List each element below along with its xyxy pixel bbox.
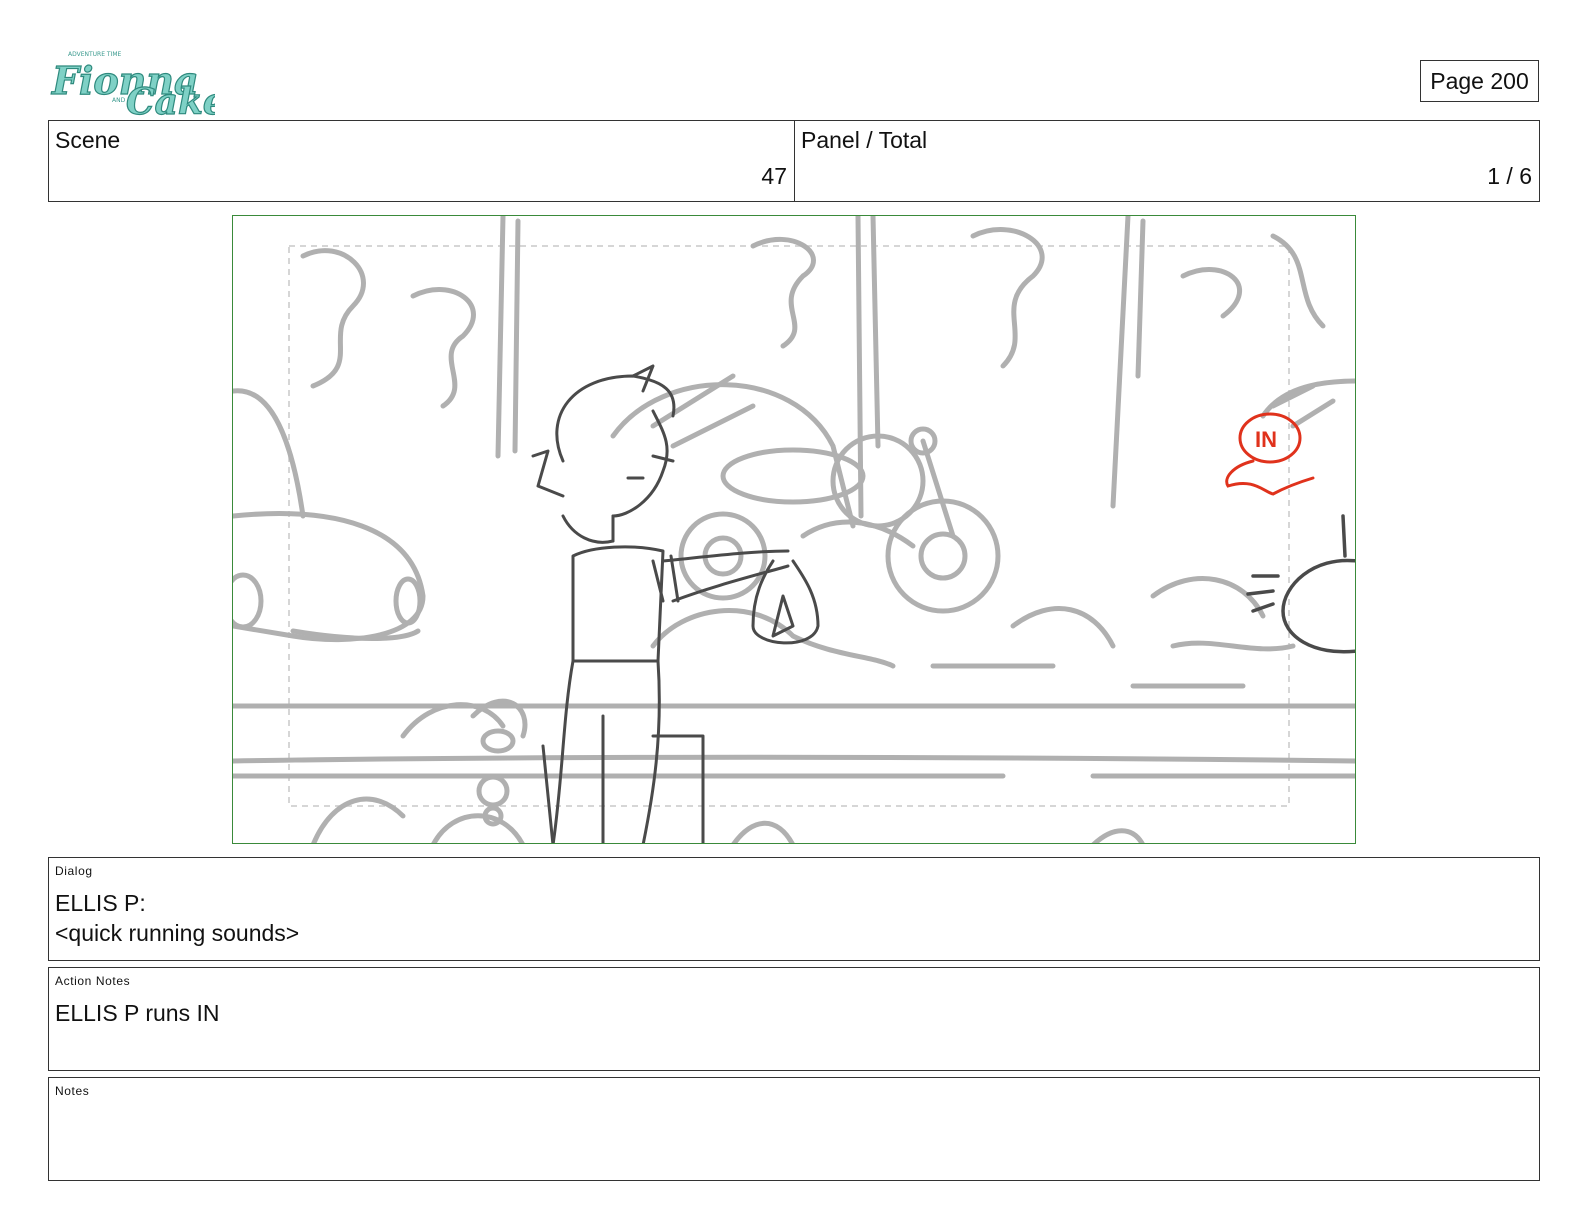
show-logo: ADVENTURE TIME Fionna AND Cake — [50, 44, 226, 124]
character-sketch — [531, 364, 820, 843]
storyboard-frame: IN — [232, 215, 1356, 844]
background-sketch — [233, 216, 1355, 843]
in-annotation — [1225, 412, 1315, 496]
notes-label: Notes — [55, 1084, 90, 1098]
dialog-label: Dialog — [55, 864, 93, 878]
scene-cell: Scene 47 — [49, 121, 795, 201]
notes-box: Notes — [48, 1077, 1540, 1181]
action-notes-box: Action Notes ELLIS P runs IN — [48, 967, 1540, 1071]
header-table: Scene 47 Panel / Total 1 / 6 — [48, 120, 1540, 202]
logo-word-cake: Cake — [126, 81, 215, 120]
panel-cell: Panel / Total 1 / 6 — [795, 121, 1539, 201]
tree-trunk — [495, 216, 506, 459]
panel-label: Panel / Total — [801, 127, 928, 153]
entering-character-sketch — [1246, 514, 1355, 654]
panel-value: 1 / 6 — [1487, 163, 1532, 189]
page-number: Page 200 — [1420, 60, 1539, 102]
scene-value: 47 — [761, 163, 787, 189]
logo-small-text: ADVENTURE TIME — [68, 51, 122, 58]
logo-and: AND — [112, 97, 126, 104]
dialog-text: ELLIS P: <quick running sounds> — [55, 888, 299, 948]
in-annotation-text: IN — [1255, 427, 1277, 452]
dialog-speaker: ELLIS P: — [55, 890, 146, 916]
dialog-line: <quick running sounds> — [55, 920, 300, 946]
scene-label: Scene — [55, 127, 121, 153]
action-notes-text: ELLIS P runs IN — [55, 1000, 220, 1026]
dialog-box: Dialog ELLIS P: <quick running sounds> — [48, 857, 1540, 961]
storyboard-sketch: IN — [233, 216, 1355, 843]
action-notes-label: Action Notes — [55, 974, 131, 988]
